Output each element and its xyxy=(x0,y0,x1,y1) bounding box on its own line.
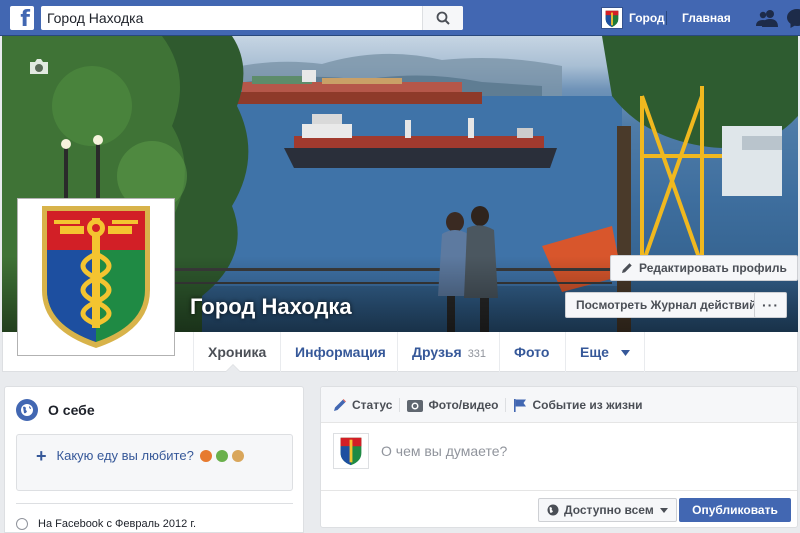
flag-icon xyxy=(514,398,527,412)
search-bar xyxy=(41,6,463,30)
pencil-icon xyxy=(622,263,632,273)
facebook-logo[interactable]: f xyxy=(10,6,34,30)
tab-timeline-label: Хроника xyxy=(208,344,267,360)
tab-friends-label: Друзья xyxy=(412,344,462,360)
profile-avatar-small xyxy=(601,7,623,29)
globe-icon xyxy=(16,399,38,421)
profile-picture-frame xyxy=(21,202,171,352)
composer-tab-photo-label: Фото/видео xyxy=(428,397,499,412)
activity-log-button[interactable]: Посмотреть Журнал действий xyxy=(565,292,768,318)
food-prompt-box[interactable]: + Какую еду вы любите? xyxy=(16,434,293,491)
more-options-button[interactable]: ··· xyxy=(754,292,787,318)
top-divider xyxy=(666,11,667,25)
tab-photos-label: Фото xyxy=(514,344,550,360)
camera-icon xyxy=(407,399,424,412)
food-prompt-link[interactable]: + Какую еду вы любите? xyxy=(36,445,244,466)
home-link[interactable]: Главная xyxy=(682,11,731,25)
caret-down-icon xyxy=(659,507,668,513)
tab-about-label: Информация xyxy=(295,344,386,360)
composer-tab-status[interactable]: Статус xyxy=(333,397,401,412)
friends-count: 331 xyxy=(467,348,487,360)
top-navigation-bar: f Город Главная xyxy=(0,0,800,36)
tab-more-label: Еще xyxy=(580,344,609,360)
city-coat-of-arms xyxy=(42,206,150,348)
camera-icon[interactable] xyxy=(28,58,50,76)
about-title: О себе xyxy=(48,402,95,418)
tab-photos[interactable]: Фото xyxy=(499,332,563,372)
composer-tab-status-label: Статус xyxy=(352,397,393,412)
food-prompt-label: Какую еду вы любите? xyxy=(56,448,194,463)
composer-avatar xyxy=(333,433,369,469)
cookie-icon xyxy=(231,449,244,462)
active-tab-indicator xyxy=(225,364,241,372)
top-profile-link[interactable]: Город xyxy=(601,7,665,29)
composer-tab-life-event-label: Событие из жизни xyxy=(532,397,643,412)
tab-more[interactable]: Еще xyxy=(565,332,645,372)
privacy-selector[interactable]: Доступно всем xyxy=(538,498,677,522)
composer-tabs: Статус Фото/видео Событие из жизни xyxy=(321,387,797,423)
publish-button[interactable]: Опубликовать xyxy=(679,498,791,522)
messages-icon[interactable] xyxy=(786,8,800,28)
composer-tab-life-event[interactable]: Событие из жизни xyxy=(513,398,649,412)
composer-input[interactable]: О чем вы думаете? xyxy=(381,443,507,459)
friends-icon[interactable] xyxy=(756,8,778,28)
composer-footer: Доступно всем Опубликовать xyxy=(321,490,797,528)
tab-friends[interactable]: Друзья 331 xyxy=(397,332,500,372)
clock-icon xyxy=(16,518,28,530)
tab-about[interactable]: Информация xyxy=(280,332,400,372)
plus-icon: + xyxy=(36,445,47,466)
edit-profile-button[interactable]: Редактировать профиль xyxy=(610,255,798,281)
search-icon xyxy=(436,11,450,25)
privacy-label: Доступно всем xyxy=(564,503,654,517)
edit-profile-label: Редактировать профиль xyxy=(639,261,787,275)
joined-label: На Facebook с Февраль 2012 г. xyxy=(38,518,197,530)
page-name[interactable]: Город Находка xyxy=(190,294,352,320)
about-header: О себе xyxy=(16,399,95,421)
top-profile-name: Город xyxy=(629,11,665,25)
about-card: О себе + Какую еду вы любите? На Faceboo… xyxy=(4,386,304,533)
search-input[interactable] xyxy=(41,6,422,30)
joined-info: На Facebook с Февраль 2012 г. xyxy=(16,518,196,530)
caret-down-icon xyxy=(620,350,630,357)
activity-log-label: Посмотреть Журнал действий xyxy=(576,298,757,312)
apple-icon xyxy=(215,449,228,462)
globe-icon xyxy=(547,504,559,516)
divider xyxy=(16,503,293,504)
profile-picture[interactable] xyxy=(17,198,175,356)
pizza-icon xyxy=(199,449,212,462)
pencil-icon xyxy=(334,398,346,411)
post-composer: Статус Фото/видео Событие из жизни О чем… xyxy=(320,386,798,528)
composer-tab-photo[interactable]: Фото/видео xyxy=(407,397,507,412)
search-button[interactable] xyxy=(422,6,463,30)
